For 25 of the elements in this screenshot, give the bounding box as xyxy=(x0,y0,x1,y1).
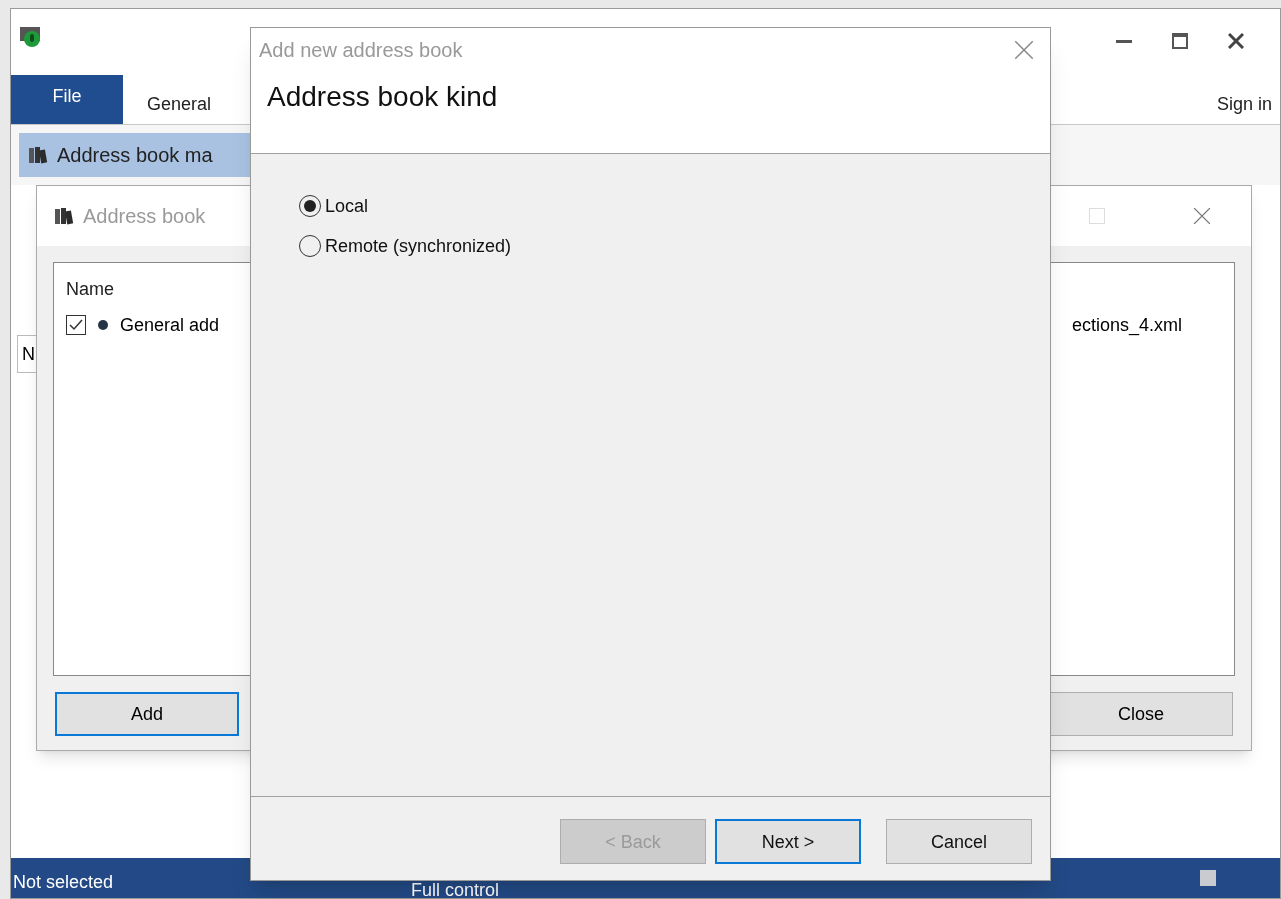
dialog-button[interactable]: Close xyxy=(1049,692,1233,736)
status-text: Not selected xyxy=(12,871,115,894)
dialog-title: Add new address book xyxy=(259,38,463,63)
radio-option[interactable]: Local xyxy=(299,192,1050,220)
ribbon-tab[interactable]: General xyxy=(123,75,236,124)
close-icon[interactable] xyxy=(1014,40,1034,60)
close-icon[interactable] xyxy=(1193,207,1211,225)
close-icon xyxy=(1228,33,1244,49)
dialog-title: Address book xyxy=(83,204,206,229)
checkbox[interactable] xyxy=(66,315,86,335)
status-icon xyxy=(1200,870,1216,886)
sign-in-link[interactable]: Sign in xyxy=(1216,81,1280,118)
book-name: General add xyxy=(120,314,220,337)
radio-option[interactable]: Remote (synchronized) xyxy=(299,232,1050,260)
books-icon xyxy=(53,205,75,227)
dialog-button[interactable]: Add xyxy=(55,692,239,736)
wizard-button[interactable]: Cancel xyxy=(886,819,1032,864)
column-header: Name xyxy=(66,278,115,301)
status-text: Full control xyxy=(411,879,500,899)
books-icon xyxy=(27,144,49,166)
wizard-heading: Address book kind xyxy=(266,80,499,114)
file-path: ections_4.xml xyxy=(1071,314,1182,338)
wizard-button[interactable]: Next > xyxy=(715,819,861,864)
app-icon xyxy=(19,25,43,49)
ribbon-tab[interactable]: File xyxy=(11,75,123,124)
